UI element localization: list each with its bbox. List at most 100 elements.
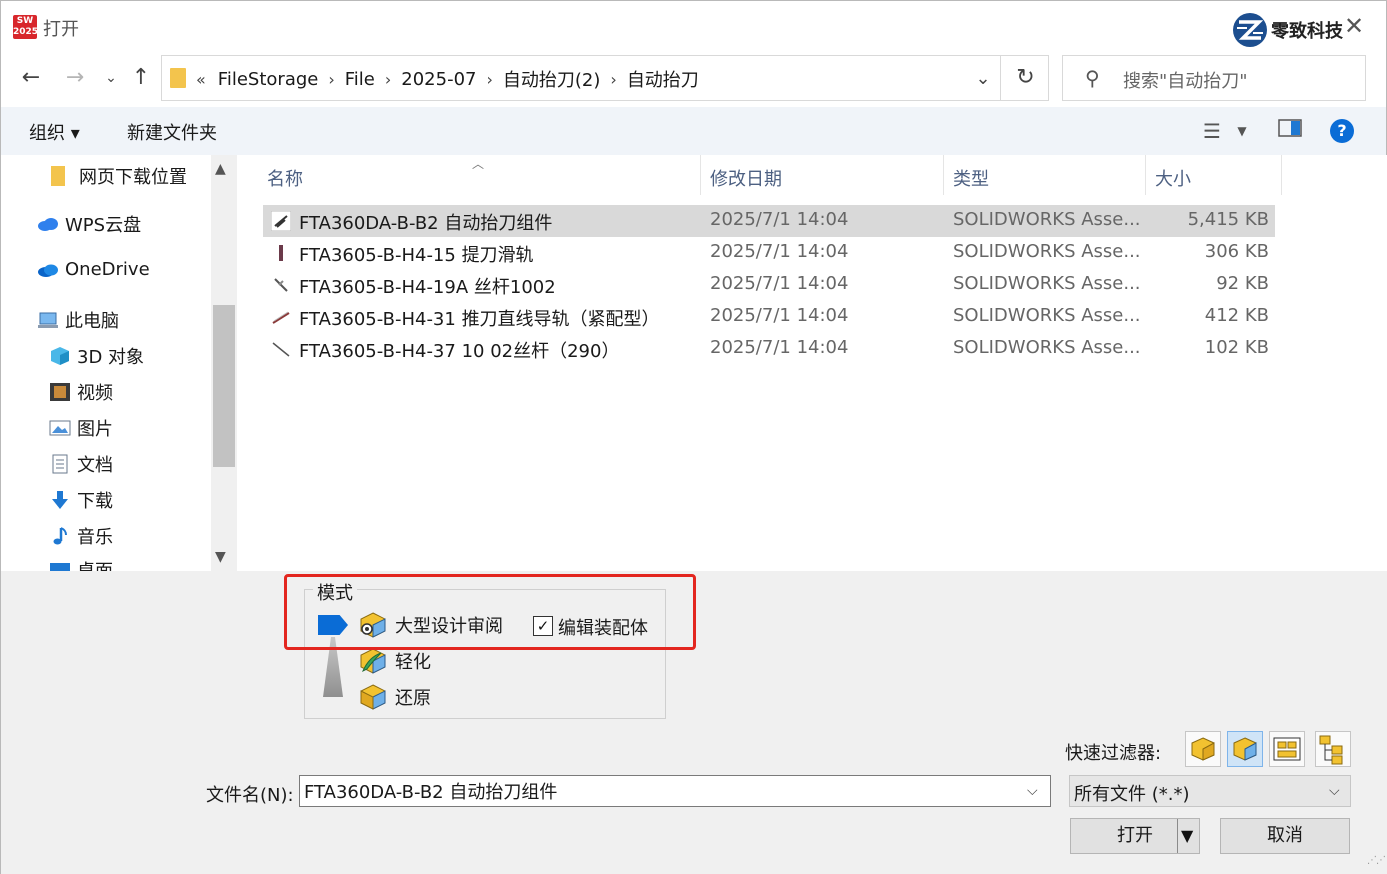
- help-button[interactable]: ?: [1330, 119, 1354, 143]
- sidebar-item-label: OneDrive: [65, 259, 150, 280]
- chevron-right-icon[interactable]: ›: [385, 70, 391, 89]
- sidebar-item-3d-objects[interactable]: 3D 对象: [49, 343, 144, 369]
- scroll-up-icon[interactable]: ▲: [215, 161, 226, 177]
- address-bar[interactable]: « FileStorage › File › 2025-07 › 自动抬刀(2)…: [161, 55, 1049, 101]
- column-divider[interactable]: [700, 155, 701, 195]
- brand-emblem-icon: [1233, 13, 1267, 47]
- forward-button[interactable]: →: [62, 65, 88, 91]
- mode-option-large-design-review[interactable]: 大型设计审阅: [359, 611, 503, 639]
- column-header-type[interactable]: 类型: [953, 165, 989, 191]
- refresh-button[interactable]: ↻: [1000, 56, 1050, 100]
- edit-assembly-checkbox[interactable]: ✓: [533, 616, 553, 636]
- column-header-size[interactable]: 大小: [1155, 165, 1191, 191]
- options-panel: 模式 大型设计审阅 轻化 还原 ✓ 编辑装配体 快速过滤器: 文件名(N): F…: [1, 571, 1387, 874]
- preview-pane-button[interactable]: [1276, 117, 1304, 145]
- view-options-button[interactable]: ☰: [1198, 117, 1226, 145]
- column-divider[interactable]: [1281, 155, 1282, 195]
- sidebar-item-downloads[interactable]: 下载: [49, 487, 113, 513]
- sidebar-scrollbar-thumb[interactable]: [213, 305, 235, 467]
- sidebar-item-pictures[interactable]: 图片: [49, 415, 113, 441]
- breadcrumb-item[interactable]: 2025-07: [401, 69, 476, 90]
- file-name: FTA360DA-B-B2 自动抬刀组件: [299, 213, 553, 234]
- close-button[interactable]: ✕: [1341, 13, 1367, 39]
- sidebar-item-web-downloads[interactable]: 网页下载位置: [51, 163, 187, 189]
- up-button[interactable]: ↑: [128, 65, 154, 91]
- table-row[interactable]: FTA3605-B-H4-15 提刀滑轨 2025/7/1 14:04 SOLI…: [263, 237, 1275, 269]
- organize-menu-button[interactable]: 组织 ▾: [29, 119, 80, 145]
- breadcrumb-item[interactable]: 自动抬刀: [627, 66, 699, 92]
- mode-option-resolved[interactable]: 还原: [359, 683, 431, 711]
- assembly-file-icon: [279, 245, 283, 261]
- table-row[interactable]: FTA360DA-B-B2 自动抬刀组件 2025/7/1 14:04 SOLI…: [263, 205, 1275, 237]
- brand-text: 零致科技: [1271, 21, 1343, 42]
- filter-parts-button[interactable]: [1185, 731, 1221, 767]
- chevron-right-icon[interactable]: ›: [328, 70, 334, 89]
- sidebar-item-music[interactable]: 音乐: [49, 523, 113, 549]
- chevron-down-icon[interactable]: ⌵: [1027, 783, 1038, 799]
- assembly-filter-icon: [1233, 737, 1257, 761]
- folder-icon: [51, 166, 65, 186]
- sidebar-item-onedrive[interactable]: OneDrive: [37, 259, 150, 280]
- preview-pane-icon: [1278, 119, 1302, 137]
- picture-icon: [49, 420, 71, 436]
- open-options-arrow-icon[interactable]: ▼: [1181, 826, 1193, 845]
- file-type: SOLIDWORKS Asse...: [953, 305, 1141, 326]
- search-input[interactable]: 搜索"自动抬刀": [1123, 67, 1248, 93]
- breadcrumb: « FileStorage › File › 2025-07 › 自动抬刀(2)…: [196, 66, 699, 92]
- sidebar-item-this-pc[interactable]: 此电脑: [37, 307, 119, 333]
- filename-label: 文件名(N):: [206, 785, 294, 806]
- file-list: ︿ 名称 修改日期 类型 大小 FTA360DA-B-B2 自动抬刀组件 202…: [239, 155, 1387, 571]
- filter-drawings-button[interactable]: [1269, 731, 1305, 767]
- filetype-select[interactable]: 所有文件 (*.*): [1069, 775, 1351, 807]
- new-folder-button[interactable]: 新建文件夹: [127, 119, 217, 145]
- column-header-date[interactable]: 修改日期: [710, 165, 782, 191]
- breadcrumb-item[interactable]: File: [345, 69, 375, 90]
- table-row[interactable]: FTA3605-B-H4-19A 丝杆1002 2025/7/1 14:04 S…: [263, 269, 1275, 301]
- back-button[interactable]: ←: [18, 65, 44, 91]
- file-name: FTA3605-B-H4-37 10 02丝杆（290）: [299, 341, 620, 362]
- view-dropdown-button[interactable]: ▼: [1228, 117, 1256, 145]
- table-row[interactable]: FTA3605-B-H4-37 10 02丝杆（290） 2025/7/1 14…: [263, 333, 1275, 365]
- chevron-down-icon[interactable]: ⌵: [1329, 783, 1340, 799]
- sidebar-item-label: 音乐: [77, 527, 113, 548]
- top-level-assembly-filter-icon: [1319, 735, 1343, 765]
- sidebar-item-documents[interactable]: 文档: [49, 451, 113, 477]
- arrow-right-icon: →: [65, 65, 85, 90]
- mode-option-label: 轻化: [395, 652, 431, 673]
- search-box[interactable]: ⚲ 搜索"自动抬刀": [1062, 55, 1366, 101]
- column-header-name[interactable]: 名称: [267, 165, 303, 191]
- mode-option-label: 还原: [395, 688, 431, 709]
- sidebar-item-wps-cloud[interactable]: WPS云盘: [37, 211, 141, 237]
- breadcrumb-item[interactable]: 自动抬刀(2): [503, 66, 601, 92]
- large-design-review-icon: [360, 612, 386, 638]
- assembly-file-icon: [272, 311, 290, 324]
- chevron-right-icon[interactable]: ›: [610, 70, 616, 89]
- sidebar-item-videos[interactable]: 视频: [49, 379, 113, 405]
- cloud-icon: [38, 218, 58, 231]
- table-row[interactable]: FTA3605-B-H4-31 推刀直线导轨（紧配型） 2025/7/1 14:…: [263, 301, 1275, 333]
- file-type: SOLIDWORKS Asse...: [953, 241, 1141, 262]
- sidebar-item-label: WPS云盘: [65, 215, 142, 236]
- folder-icon: [170, 68, 186, 88]
- column-divider[interactable]: [1145, 155, 1146, 195]
- column-divider[interactable]: [943, 155, 944, 195]
- resize-grip-icon[interactable]: ⋰⋰: [1367, 855, 1386, 866]
- file-name: FTA3605-B-H4-31 推刀直线导轨（紧配型）: [299, 309, 660, 330]
- chevron-right-icon[interactable]: ›: [487, 70, 493, 89]
- filename-input[interactable]: [299, 775, 1051, 807]
- address-history-button[interactable]: ⌄: [970, 66, 996, 92]
- file-date: 2025/7/1 14:04: [710, 209, 849, 230]
- cancel-button[interactable]: 取消: [1220, 818, 1350, 854]
- breadcrumb-item[interactable]: FileStorage: [218, 69, 319, 90]
- mode-option-lightweight[interactable]: 轻化: [359, 647, 431, 675]
- sidebar-item-desktop[interactable]: 桌面: [49, 557, 113, 571]
- solidworks-app-icon: SW 2025: [13, 15, 39, 39]
- chevron-down-icon: ⌄: [105, 70, 117, 86]
- edit-assembly-label[interactable]: 编辑装配体: [558, 614, 648, 640]
- sidebar-item-label: 视频: [77, 383, 113, 404]
- recent-locations-button[interactable]: ⌄: [98, 65, 124, 91]
- overflow-chevron-icon[interactable]: «: [196, 70, 206, 89]
- scroll-down-icon[interactable]: ▼: [215, 549, 226, 565]
- filter-assemblies-button[interactable]: [1227, 731, 1263, 767]
- filter-top-level-assemblies-button[interactable]: [1315, 731, 1351, 767]
